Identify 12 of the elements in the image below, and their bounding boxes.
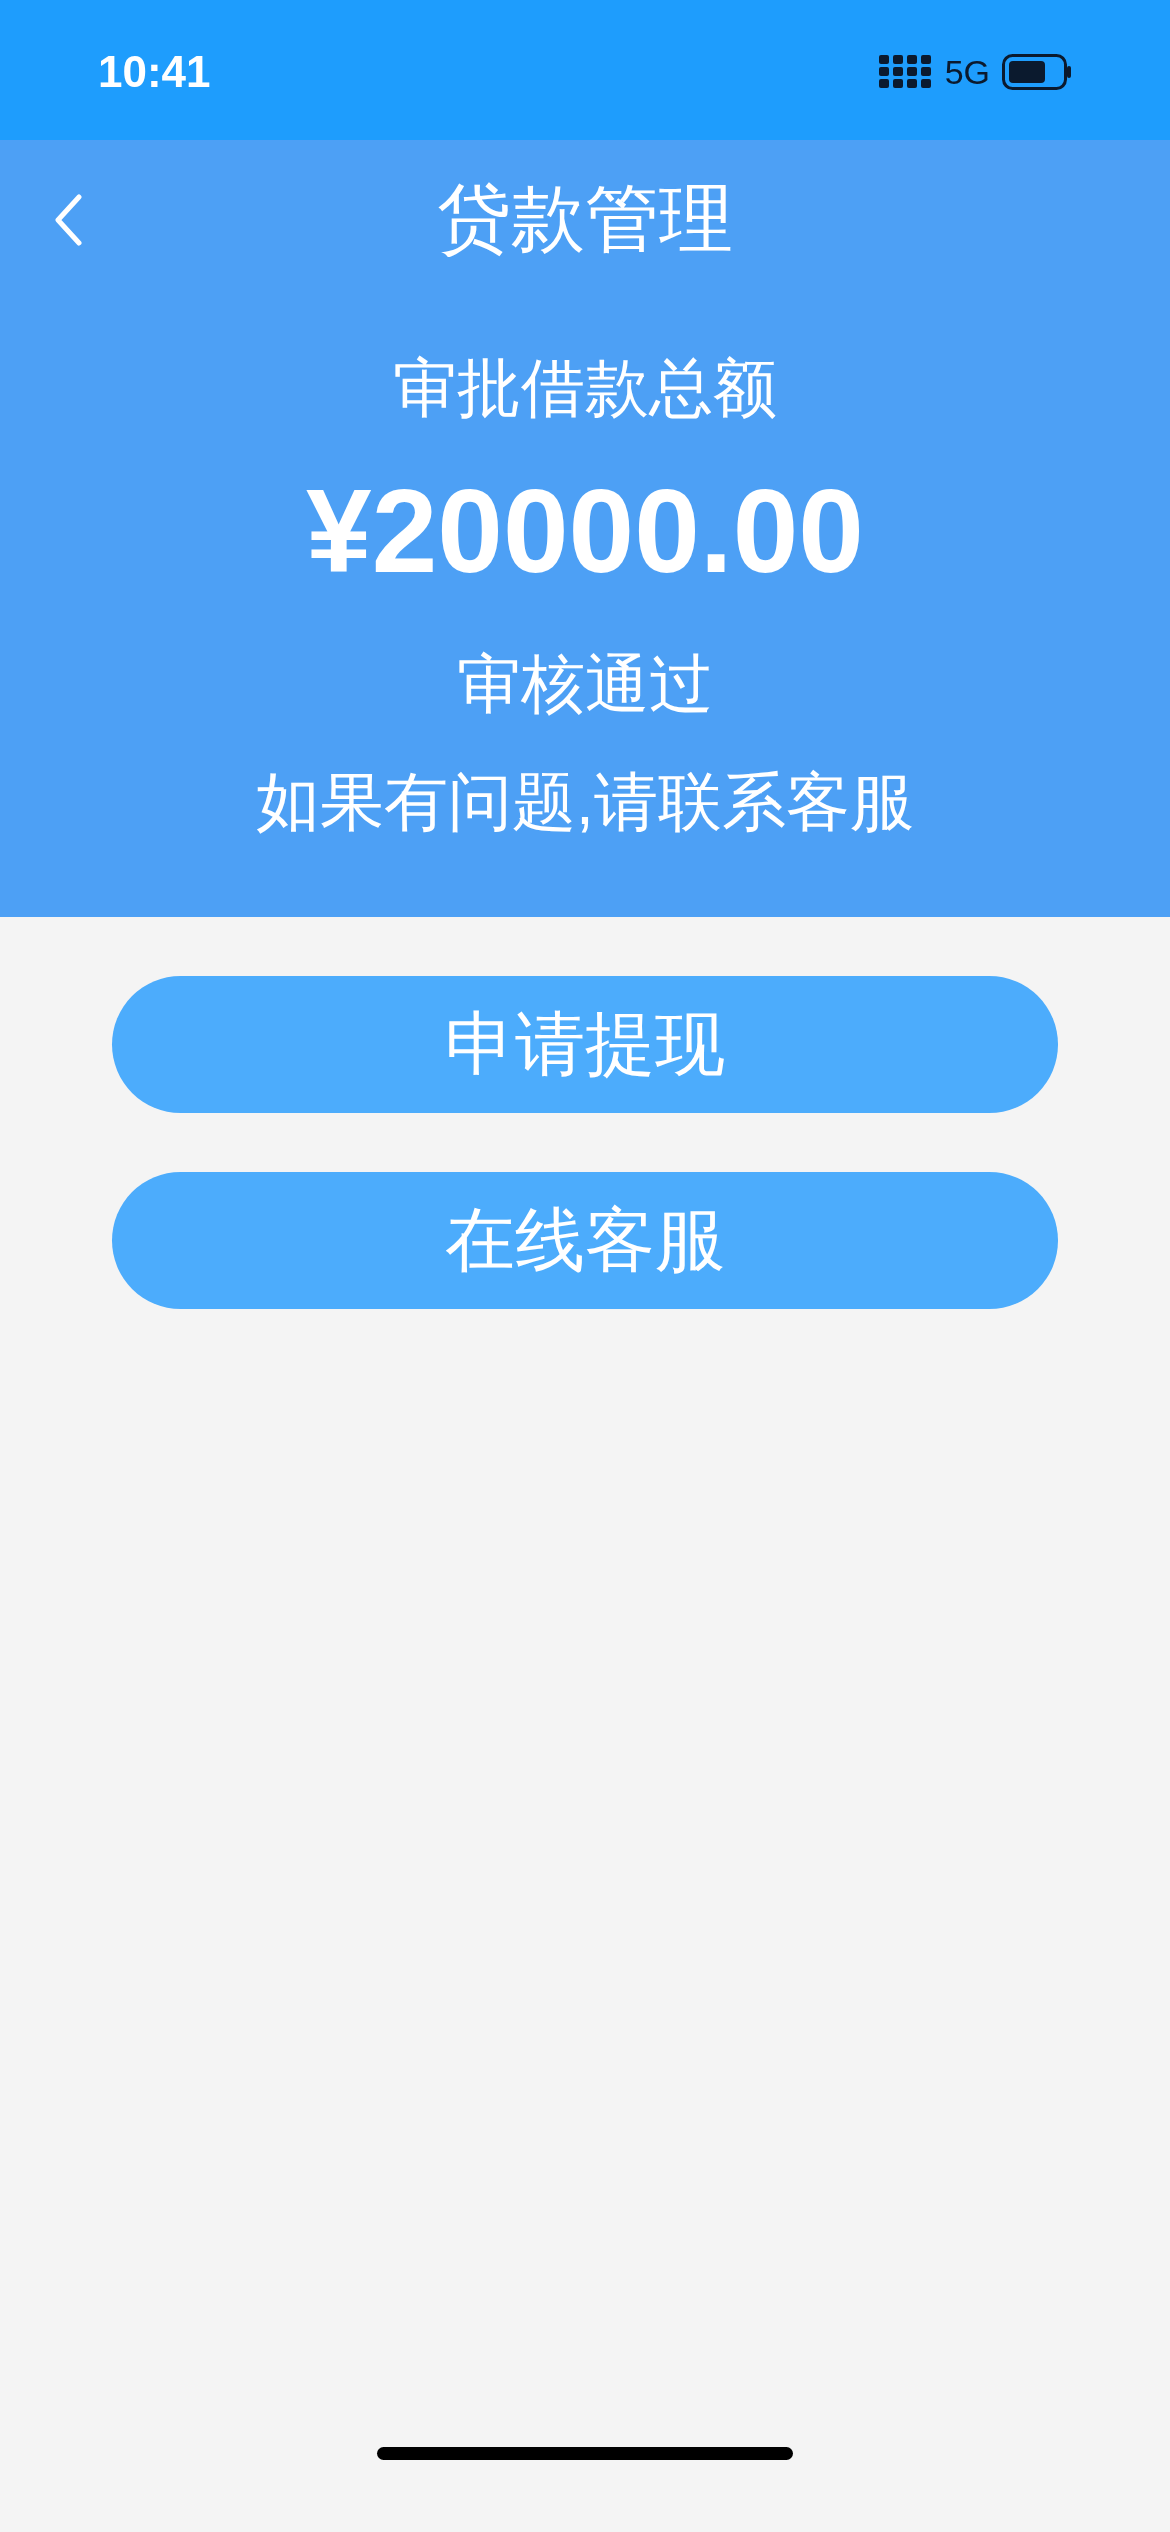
contact-note: 如果有问题,请联系客服 (256, 770, 914, 834)
signal-icon (878, 55, 933, 89)
network-label: 5G (944, 51, 990, 93)
page-title: 贷款管理 (437, 182, 733, 256)
action-button[interactable]: 申请提现 (112, 976, 1058, 1113)
back-icon (53, 194, 83, 246)
loan-amount: ¥20000.00 (306, 472, 864, 590)
action-button[interactable]: 在线客服 (112, 1172, 1058, 1309)
amount-label: 审批借款总额 (393, 356, 777, 420)
approval-status: 审核通过 (457, 652, 713, 716)
status-time: 10:41 (98, 46, 211, 98)
battery-icon (1002, 54, 1072, 90)
